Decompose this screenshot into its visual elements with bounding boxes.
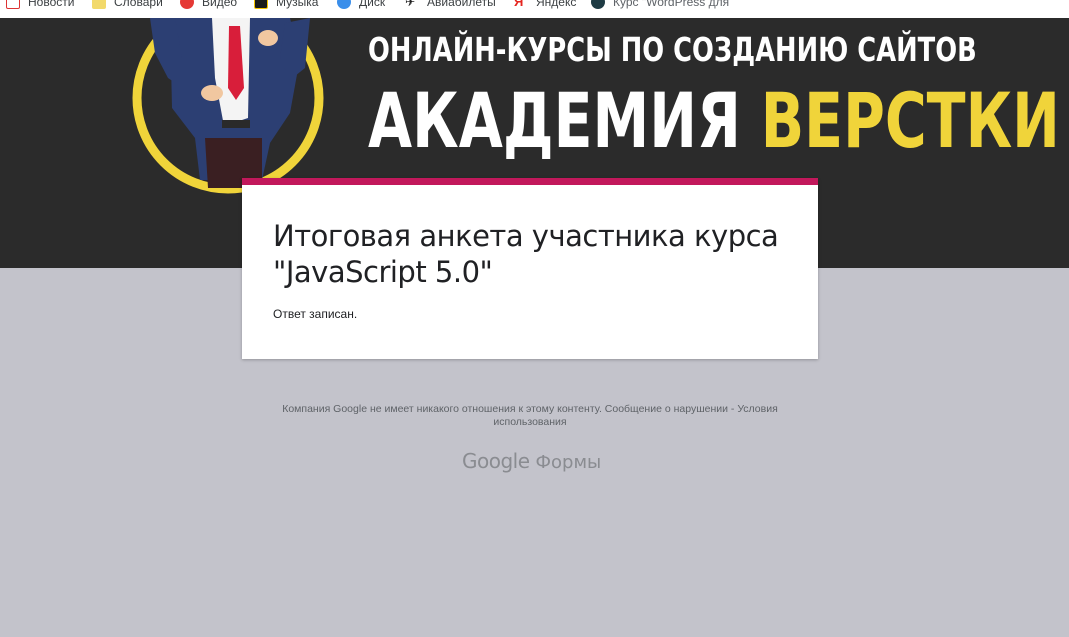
bookmark-label: Словари xyxy=(114,0,163,9)
banner-title-white: АКАДЕМИЯ xyxy=(368,76,741,165)
logo-forms-text: Формы xyxy=(535,452,602,473)
bookmark-dictionary[interactable]: Словари xyxy=(92,0,163,11)
bookmark-flights[interactable]: ✈ Авиабилеты xyxy=(405,0,496,11)
bookmark-label: Видео xyxy=(202,0,238,9)
footer-disclaimer: Компания Google не имеет никакого отноше… xyxy=(265,403,795,429)
news-icon xyxy=(6,0,20,9)
banner-title-yellow: ВЕРСТКИ xyxy=(760,76,1060,165)
disclaimer-text: Компания Google не имеет никакого отноше… xyxy=(282,403,602,415)
bookmark-yandex[interactable]: Я Яндекс xyxy=(514,0,576,11)
bookmark-label: Яндекс xyxy=(536,0,577,9)
bookmark-video[interactable]: Видео xyxy=(180,0,237,11)
disk-icon xyxy=(337,0,351,9)
course-icon xyxy=(591,0,605,9)
bookmark-course[interactable]: Курс "WordPress для xyxy=(591,0,729,11)
logo-google-text: Google xyxy=(462,449,530,473)
bookmark-label: Курс "WordPress для xyxy=(613,0,730,9)
bookmark-music[interactable]: Музыка xyxy=(254,0,318,11)
music-icon xyxy=(254,0,268,9)
banner-subtitle: ОНЛАЙН-КУРСЫ ПО СОЗДАНИЮ САЙТОВ xyxy=(368,30,977,69)
bookmark-label: Авиабилеты xyxy=(427,0,496,9)
dictionary-icon xyxy=(92,0,106,9)
google-forms-logo[interactable]: Google Формы xyxy=(462,449,601,474)
footer-separator: - xyxy=(730,403,735,415)
bookmark-news[interactable]: Новости xyxy=(6,0,74,11)
bookmark-label: Диск xyxy=(359,0,386,9)
response-recorded-message: Ответ записан. xyxy=(273,307,358,321)
banner-title: АКАДЕМИЯ ВЕРСТКИ xyxy=(368,76,1060,166)
yandex-icon: Я xyxy=(514,0,524,9)
form-response-card: Итоговая анкета участника курса "JavaScr… xyxy=(242,178,818,359)
bookmark-label: Музыка xyxy=(276,0,319,9)
form-title: Итоговая анкета участника курса "JavaScr… xyxy=(273,219,779,289)
bookmarks-bar: Новости Словари Видео Музыка Диск ✈ Авиа… xyxy=(0,0,1069,19)
video-icon xyxy=(180,0,194,9)
bookmark-disk[interactable]: Диск xyxy=(337,0,385,11)
airplane-icon: ✈ xyxy=(405,0,416,9)
report-abuse-link[interactable]: Сообщение о нарушении xyxy=(605,403,728,415)
bookmark-label: Новости xyxy=(28,0,75,9)
